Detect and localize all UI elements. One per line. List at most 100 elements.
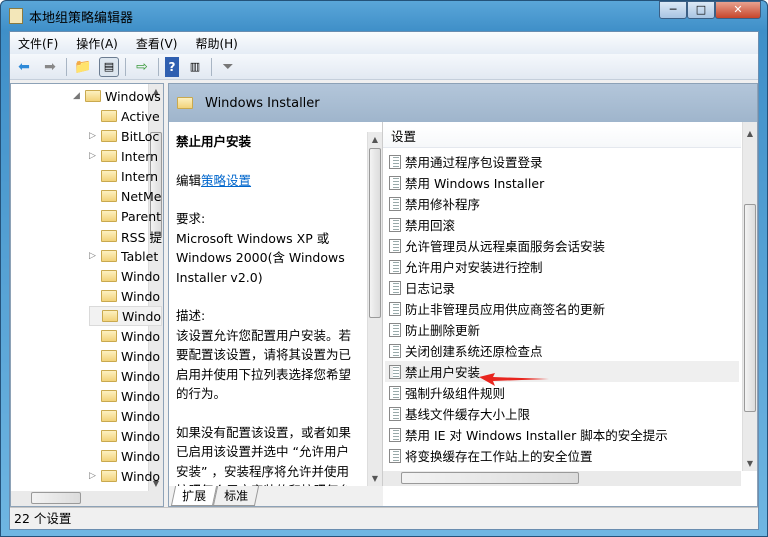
window: 本地组策略编辑器 ─ □ ✕ 文件(F) 操作(A) 查看(V) 帮助(H) ⬅…: [0, 0, 768, 537]
list-item[interactable]: 允许用户对安装进行控制: [385, 256, 739, 277]
folder-icon: [101, 410, 117, 422]
folder-icon: [101, 350, 117, 362]
tree-item[interactable]: Parent: [89, 206, 161, 226]
tree-item[interactable]: ▷ Tablet: [89, 246, 158, 266]
folder-icon: [101, 130, 117, 142]
export-list-icon[interactable]: ⇨: [132, 57, 152, 77]
policy-setting-icon: [389, 259, 401, 274]
list-item[interactable]: 禁止用户安装: [385, 361, 739, 382]
expand-icon[interactable]: ▷: [89, 251, 97, 261]
tree-item-label: Windo: [121, 288, 161, 304]
menu-view[interactable]: 查看(V): [136, 35, 178, 52]
list-item[interactable]: 禁用通过程序包设置登录: [385, 151, 739, 172]
list-item[interactable]: 防止非管理员应用供应商签名的更新: [385, 298, 739, 319]
tree-item[interactable]: Windo: [89, 326, 160, 346]
policy-setting-icon: [389, 322, 401, 337]
list-item[interactable]: 禁用 IE 对 Windows Installer 脚本的安全提示: [385, 424, 739, 445]
divider: [125, 57, 126, 76]
tree-item[interactable]: ▷ BitLoc: [89, 126, 159, 146]
back-icon[interactable]: ⬅: [14, 57, 34, 77]
list-item[interactable]: 基线文件缓存大小上限: [385, 403, 739, 424]
tree-item-label: Windows: [105, 88, 161, 104]
list-item-label: 禁用通过程序包设置登录: [405, 155, 543, 170]
folder-icon: [101, 430, 117, 442]
maximize-button[interactable]: □: [687, 1, 715, 19]
list-item-label: 将变换缓存在工作站上的安全位置: [405, 449, 593, 464]
expand-icon[interactable]: ▷: [89, 131, 97, 141]
tree-item-label: Tablet: [121, 248, 159, 264]
list-vertical-scrollbar[interactable]: ▲ ▼: [742, 122, 757, 471]
details-pane: Windows Installer 禁止用户安装 编辑策略设置 要求: Micr…: [168, 83, 758, 507]
folder-icon: [101, 190, 117, 202]
view-tabs: 扩展 标准: [169, 486, 383, 506]
minimize-button[interactable]: ─: [659, 1, 687, 19]
menu-action[interactable]: 操作(A): [76, 35, 118, 52]
description-text-2: 如果没有配置该设置，或者如果已启用该设置并选中 “允许用户安装” ，安装程序将允…: [176, 424, 352, 487]
tree-item[interactable]: NetMe: [89, 186, 161, 206]
tree-item-label: Parent: [121, 208, 162, 224]
tree-item[interactable]: ▷ Windo: [89, 466, 160, 486]
expand-icon[interactable]: ▷: [89, 471, 97, 481]
tree-item[interactable]: ▷ Intern: [89, 146, 158, 166]
tree-item[interactable]: Windo: [89, 426, 160, 446]
description-scrollbar[interactable]: ▲ ▼: [367, 132, 382, 486]
list-horizontal-scrollbar[interactable]: [383, 471, 741, 486]
policy-setting-icon: [389, 385, 401, 400]
policy-setting-icon: [389, 217, 401, 232]
tree-horizontal-scrollbar[interactable]: [11, 491, 163, 506]
tree-item-label: Windo: [121, 428, 161, 444]
tab-standard[interactable]: 标准: [212, 486, 260, 506]
policy-settings-link[interactable]: 策略设置: [201, 173, 251, 188]
tree-item[interactable]: Windo: [89, 266, 160, 286]
show-hide-tree-icon[interactable]: ▤: [99, 56, 119, 77]
tree-item[interactable]: Windo: [89, 406, 160, 426]
expand-icon[interactable]: ▷: [89, 151, 97, 161]
window-title: 本地组策略编辑器: [29, 10, 134, 26]
tree-item-label: Windo: [121, 408, 161, 424]
tab-extended[interactable]: 扩展: [170, 486, 218, 506]
close-button[interactable]: ✕: [715, 1, 761, 19]
policy-setting-icon: [389, 406, 401, 421]
list-item[interactable]: 允许管理员从远程桌面服务会话安装: [385, 235, 739, 256]
list-item-label: 禁用修补程序: [405, 197, 481, 212]
list-item[interactable]: 防止删除更新: [385, 319, 739, 340]
list-item[interactable]: 关闭创建系统还原检查点: [385, 340, 739, 361]
menu-help[interactable]: 帮助(H): [195, 35, 237, 52]
tree-item-label: BitLoc: [121, 128, 160, 144]
list-item[interactable]: 日志记录: [385, 277, 739, 298]
policy-setting-icon: [389, 301, 401, 316]
tree-item[interactable]: Windo: [89, 286, 160, 306]
list-item[interactable]: 将变换缓存在工作站上的安全位置: [385, 445, 739, 466]
list-item[interactable]: 禁用 Windows Installer: [385, 172, 739, 193]
status-bar: 22 个设置: [10, 507, 758, 529]
list-item[interactable]: 禁用修补程序: [385, 193, 739, 214]
menu-file[interactable]: 文件(F): [18, 35, 58, 52]
tree-item[interactable]: Intern: [89, 166, 158, 186]
list-item[interactable]: 禁用回滚: [385, 214, 739, 235]
action-pane-icon[interactable]: ▥: [185, 57, 205, 77]
expand-icon[interactable]: ◢: [73, 91, 81, 101]
tree-item-label: Windo: [121, 348, 161, 364]
column-header-setting[interactable]: 设置: [383, 126, 741, 148]
tree-item[interactable]: Windo: [89, 386, 160, 406]
up-folder-icon[interactable]: 📁: [73, 57, 93, 77]
forward-icon[interactable]: ➡: [40, 57, 60, 77]
list-item-label: 日志记录: [405, 281, 456, 296]
tree-item[interactable]: Windo: [89, 306, 163, 326]
tree-item[interactable]: RSS 提: [89, 226, 162, 246]
filter-icon[interactable]: ⏷: [218, 57, 238, 77]
help-icon[interactable]: ?: [165, 56, 179, 77]
folder-icon: [101, 450, 117, 462]
tree-item-label: Windo: [121, 368, 161, 384]
tree-item[interactable]: ◢ Windows: [73, 86, 161, 106]
tree-item[interactable]: Windo: [89, 366, 160, 386]
list-item[interactable]: 强制升级组件规则: [385, 382, 739, 403]
folder-icon: [101, 330, 117, 342]
tree-item[interactable]: Active: [89, 106, 160, 126]
folder-icon: [101, 250, 117, 262]
header-title: Windows Installer: [205, 95, 320, 111]
tree-item[interactable]: Windo: [89, 346, 160, 366]
tree-item-label: Windo: [122, 308, 162, 324]
policy-setting-icon: [389, 427, 401, 442]
tree-item[interactable]: Windo: [89, 446, 160, 466]
